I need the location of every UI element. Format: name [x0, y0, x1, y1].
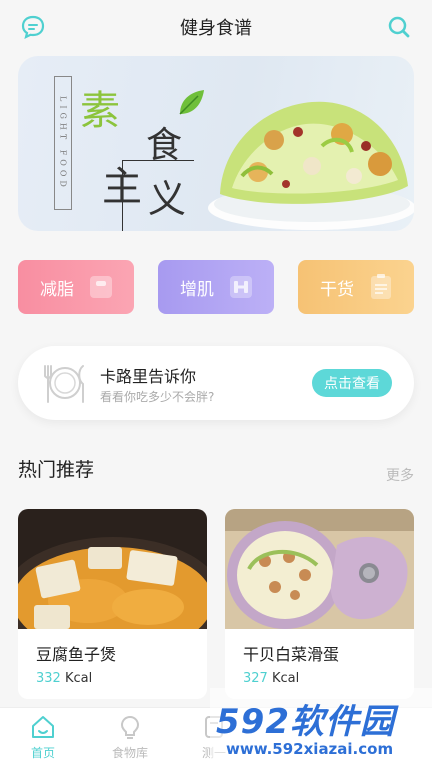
- category-label: 增肌: [180, 279, 214, 300]
- watermark-url: www.592xiazai.com: [226, 740, 394, 758]
- recipe-name: 豆腐鱼子煲: [36, 645, 117, 664]
- lightbulb-icon: [120, 715, 140, 739]
- search-icon[interactable]: [386, 14, 412, 40]
- chat-bubble-icon[interactable]: [20, 14, 46, 40]
- recipe-photo: [225, 509, 414, 629]
- more-link[interactable]: 更多: [386, 465, 414, 485]
- banner-vertical-label: LIGHT FOOD: [54, 76, 72, 210]
- category-gain-muscle-button[interactable]: 增肌: [158, 260, 274, 314]
- calorie-card[interactable]: 卡路里告诉你 看看你吃多少不会胖? 点击查看: [18, 346, 414, 420]
- salad-image: [208, 101, 414, 230]
- calorie-card-subtitle: 看看你吃多少不会胖?: [100, 390, 215, 404]
- view-calorie-button[interactable]: 点击查看: [312, 369, 392, 397]
- dumbbell-icon: [230, 276, 252, 298]
- page-title: 健身食谱: [180, 18, 252, 39]
- nav-item-food-library[interactable]: 食物库: [100, 714, 160, 761]
- plate-cutlery-icon: [44, 365, 84, 403]
- category-lose-fat-button[interactable]: 减脂: [18, 260, 134, 314]
- recipe-kcal: 332 Kcal: [36, 671, 93, 686]
- category-label: 干货: [320, 279, 354, 300]
- clipboard-icon: [371, 274, 391, 299]
- recipe-photo: [18, 509, 207, 629]
- home-icon: [32, 716, 54, 738]
- section-title: 热门推荐: [18, 459, 95, 481]
- banner-char-3: 主: [102, 164, 142, 210]
- nav-item-home[interactable]: 首页: [13, 714, 73, 761]
- banner-char-4: 义: [148, 177, 187, 221]
- nav-label: 食物库: [111, 746, 148, 760]
- recipe-card[interactable]: 豆腐鱼子煲 332 Kcal: [18, 509, 207, 699]
- scale-icon: [90, 276, 112, 298]
- banner-char-1: 素: [80, 88, 120, 134]
- watermark: 592软件园 www.592xiazai.com: [210, 688, 432, 768]
- nav-label: 首页: [30, 746, 55, 760]
- banner-char-2: 食: [146, 125, 183, 166]
- watermark-brand: 592软件园: [216, 702, 395, 742]
- calorie-card-title: 卡路里告诉你: [100, 367, 197, 386]
- recipe-kcal: 327 Kcal: [243, 671, 300, 686]
- category-label: 减脂: [40, 279, 74, 300]
- app-header: 健身食谱: [0, 0, 432, 54]
- promo-banner[interactable]: LIGHT FOOD 素 食 主 义: [18, 56, 414, 231]
- category-tips-button[interactable]: 干货: [298, 260, 414, 314]
- recipe-name: 干贝白菜滑蛋: [243, 645, 340, 664]
- recipe-card[interactable]: 干贝白菜滑蛋 327 Kcal: [225, 509, 414, 699]
